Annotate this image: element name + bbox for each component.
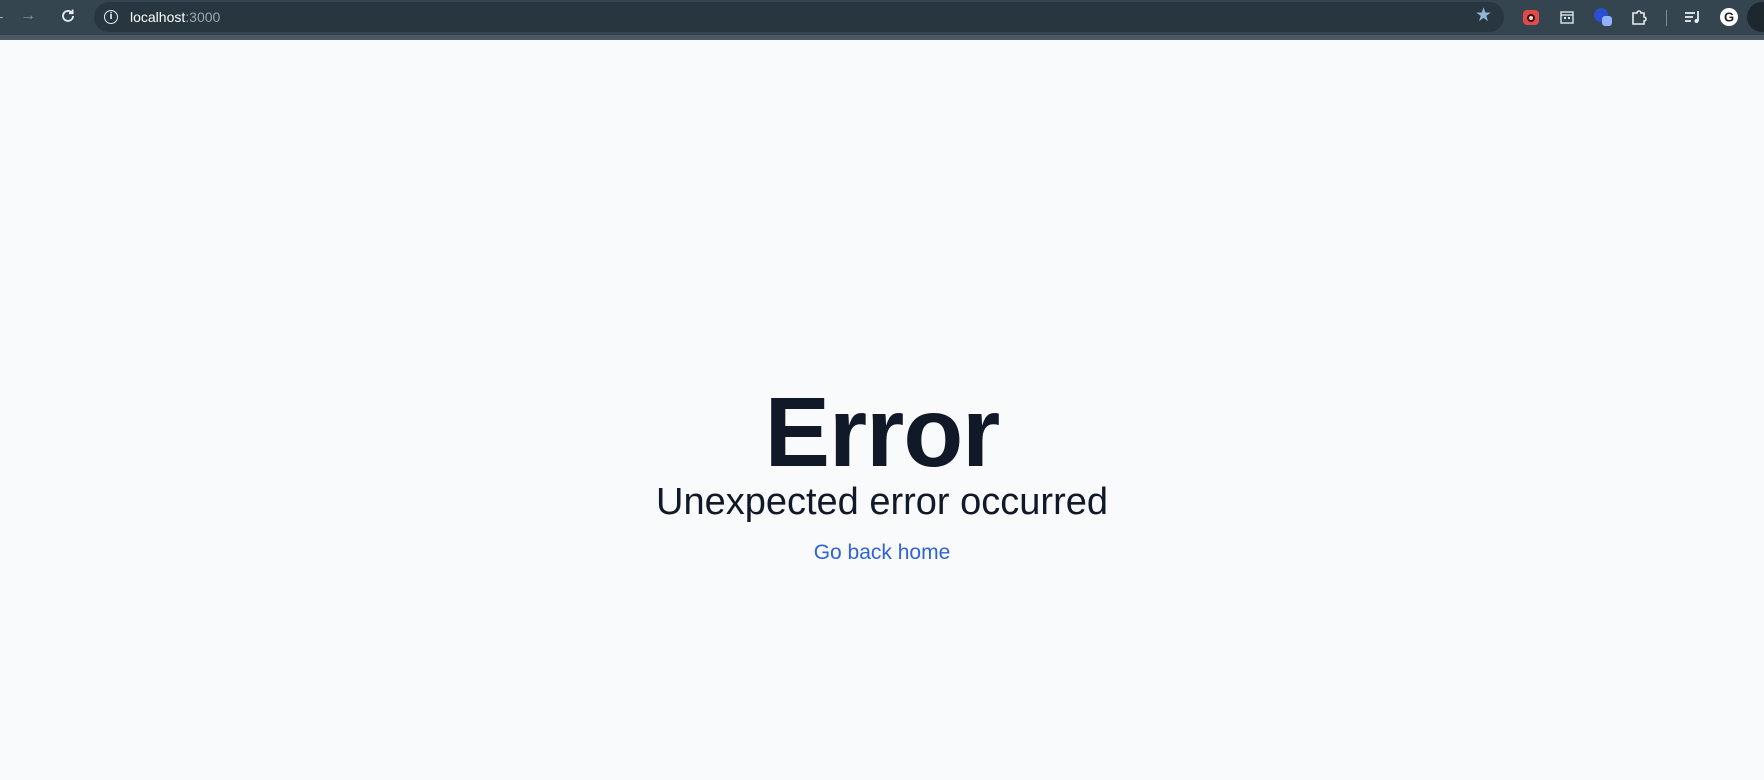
- reload-icon: [62, 9, 74, 22]
- go-back-home-link[interactable]: Go back home: [0, 542, 1764, 563]
- info-icon[interactable]: i: [104, 10, 118, 24]
- svg-text:G: G: [1724, 10, 1734, 25]
- error-subtitle: Unexpected error occurred: [656, 481, 1108, 523]
- reload-button[interactable]: [56, 4, 80, 28]
- ext-blue-icon[interactable]: [1592, 6, 1614, 28]
- url-text[interactable]: localhost:3000: [130, 9, 220, 25]
- address-bar[interactable]: i localhost:3000 ★: [94, 2, 1504, 32]
- ext-calendar-icon[interactable]: [1556, 6, 1578, 28]
- google-icon[interactable]: G: [1718, 6, 1740, 28]
- avatar[interactable]: [1747, 2, 1764, 32]
- puzzle-icon[interactable]: [1628, 6, 1650, 28]
- star-icon[interactable]: ★: [1475, 6, 1492, 25]
- arrow-left-icon: ←: [0, 8, 6, 24]
- arrow-right-icon: →: [20, 7, 36, 24]
- reading-list-icon[interactable]: [1682, 6, 1704, 28]
- back-button[interactable]: ←: [0, 4, 10, 28]
- forward-button[interactable]: →: [16, 4, 40, 28]
- toolbar-separator: [1666, 10, 1667, 26]
- error-title: Error: [764, 377, 1001, 487]
- ext-red-icon[interactable]: [1520, 6, 1542, 28]
- browser-toolbar: ← → i localhost:3000 ★ G: [0, 0, 1764, 40]
- home-link-label[interactable]: Go back home: [814, 541, 951, 564]
